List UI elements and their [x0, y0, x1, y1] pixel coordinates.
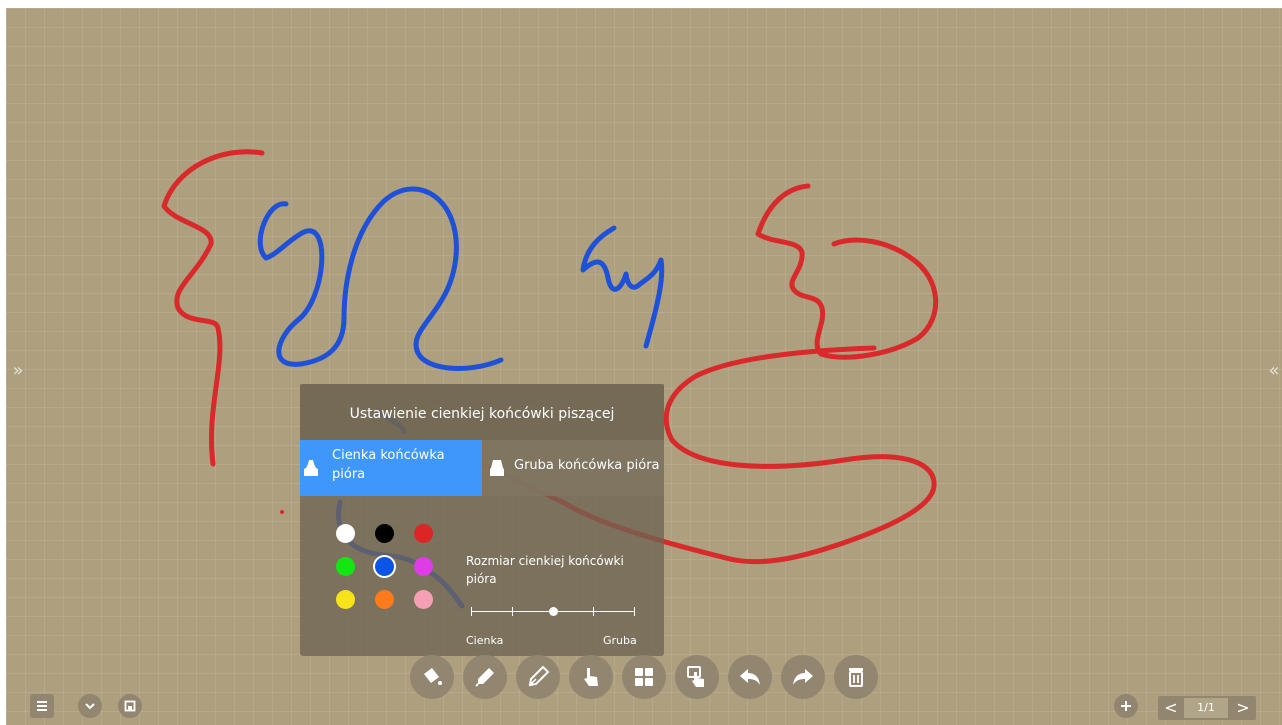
marker-icon [475, 668, 494, 687]
menu-icon [37, 701, 47, 711]
pointer-tool[interactable] [569, 655, 613, 699]
grid-icon [635, 668, 653, 686]
red-dot [280, 510, 284, 514]
blue-stroke [580, 225, 665, 349]
pen-size-slider[interactable] [471, 606, 635, 618]
tab-label: Cienka końcówka pióra [332, 448, 445, 482]
undo-button[interactable] [728, 655, 772, 699]
marker-tool[interactable] [463, 655, 507, 699]
whiteboard-canvas[interactable]: » « Ustawienie cienkiej końcówki piszące… [6, 8, 1282, 725]
undo-icon [740, 669, 760, 685]
slider-tick [593, 607, 594, 616]
pen-tip-icon [304, 460, 318, 476]
fill-bucket-tool[interactable] [410, 655, 454, 699]
color-swatch[interactable] [336, 590, 355, 609]
fountain-pen-tool[interactable] [516, 655, 560, 699]
color-swatch[interactable] [414, 557, 433, 576]
pen-settings-panel: Ustawienie cienkiej końcówki piszącej Ci… [300, 384, 664, 656]
color-swatch[interactable] [336, 557, 355, 576]
slider-knob[interactable] [549, 607, 558, 616]
tab-label: Gruba końcówka pióra [514, 458, 660, 473]
size-max-label: Gruba [603, 634, 637, 647]
fountain-pen-icon [528, 665, 550, 687]
slider-tick [512, 607, 513, 616]
color-swatch[interactable] [336, 524, 355, 543]
expand-left-panel-button[interactable]: » [8, 360, 28, 382]
redo-button[interactable] [781, 655, 825, 699]
slider-tick [471, 607, 472, 616]
delete-button[interactable] [834, 655, 878, 699]
add-page-button[interactable] [1114, 694, 1138, 718]
color-swatch[interactable] [375, 524, 394, 543]
page-indicator: 1/1 [1184, 698, 1228, 718]
save-button[interactable] [118, 694, 142, 718]
color-swatch[interactable] [414, 524, 433, 543]
pointer-hand-icon [584, 668, 598, 686]
blue-stroke [257, 186, 504, 371]
fill-bucket-icon [424, 668, 442, 685]
color-swatch[interactable] [414, 590, 433, 609]
color-swatch[interactable] [375, 590, 394, 609]
prev-page-button[interactable]: < [1160, 696, 1182, 720]
next-page-button[interactable]: > [1232, 696, 1254, 720]
collapse-button[interactable] [78, 694, 102, 718]
size-min-label: Cienka [466, 634, 504, 647]
touch-tool[interactable] [675, 655, 719, 699]
tab-thick-tip[interactable]: Gruba końcówka pióra [482, 440, 664, 496]
page-navigator: < 1/1 > [1158, 696, 1256, 720]
touch-icon [687, 666, 704, 687]
pen-tip-icon [490, 460, 504, 476]
expand-right-panel-button[interactable]: « [1264, 360, 1282, 382]
size-label: Rozmiar cienkiej końcówki pióra [466, 554, 624, 586]
red-stroke [161, 149, 265, 467]
pen-tip-tabs: Cienka końcówka pióra Gruba końcówka pió… [300, 440, 664, 496]
tab-thin-tip[interactable]: Cienka końcówka pióra [300, 440, 482, 496]
slider-tick [634, 607, 635, 616]
panel-title: Ustawienie cienkiej końcówki piszącej [300, 384, 664, 440]
plus-icon [1121, 701, 1131, 711]
menu-button[interactable] [30, 694, 54, 718]
grid-tool[interactable] [622, 655, 666, 699]
trash-icon [849, 668, 863, 687]
red-stroke [755, 183, 939, 360]
redo-icon [793, 669, 813, 685]
color-swatch[interactable] [375, 557, 394, 576]
chevron-down-icon [85, 703, 95, 710]
save-icon [124, 700, 136, 712]
